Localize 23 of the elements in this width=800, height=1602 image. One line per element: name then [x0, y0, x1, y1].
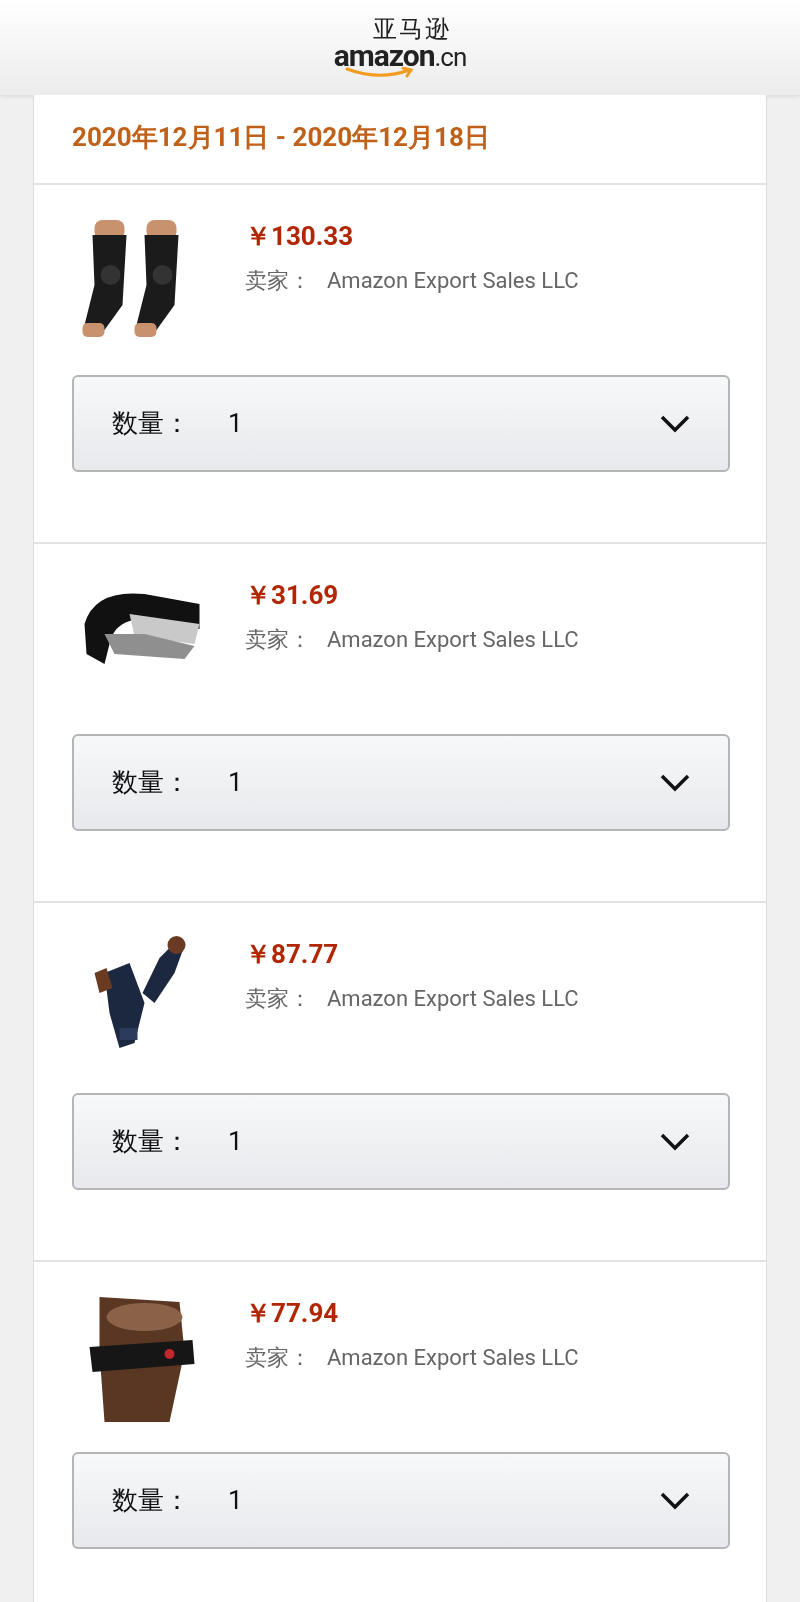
quantity-dropdown[interactable]: 数量： 1 [72, 375, 730, 472]
delivery-dates: 2020年12月11日 - 2020年12月18日 [72, 122, 490, 152]
logo: 亚马逊 amazon.cn [333, 16, 467, 79]
seller-name: Amazon Export Sales LLC [327, 985, 579, 1013]
smile-arrow-icon [345, 66, 415, 79]
price: ￥77.94 [245, 1297, 340, 1330]
price: ￥87.77 [245, 938, 340, 971]
chevron-down-icon [660, 414, 690, 433]
quantity-dropdown[interactable]: 数量： 1 [72, 1452, 730, 1549]
quantity-dropdown[interactable]: 数量： 1 [72, 734, 730, 831]
seller-name: Amazon Export Sales LLC [327, 1344, 579, 1372]
seller-name: Amazon Export Sales LLC [327, 267, 579, 295]
chevron-down-icon [660, 1491, 690, 1510]
seller-label: 卖家： [245, 1344, 311, 1372]
chevron-down-icon [660, 773, 690, 792]
price: ￥130.33 [245, 220, 355, 253]
seller-name: Amazon Export Sales LLC [327, 626, 579, 654]
seller-label: 卖家： [245, 626, 311, 654]
seller-label: 卖家： [245, 985, 311, 1013]
seller-label: 卖家： [245, 267, 311, 295]
price: ￥31.69 [245, 579, 340, 612]
quantity-dropdown[interactable]: 数量： 1 [72, 1093, 730, 1190]
chevron-down-icon [660, 1132, 690, 1151]
